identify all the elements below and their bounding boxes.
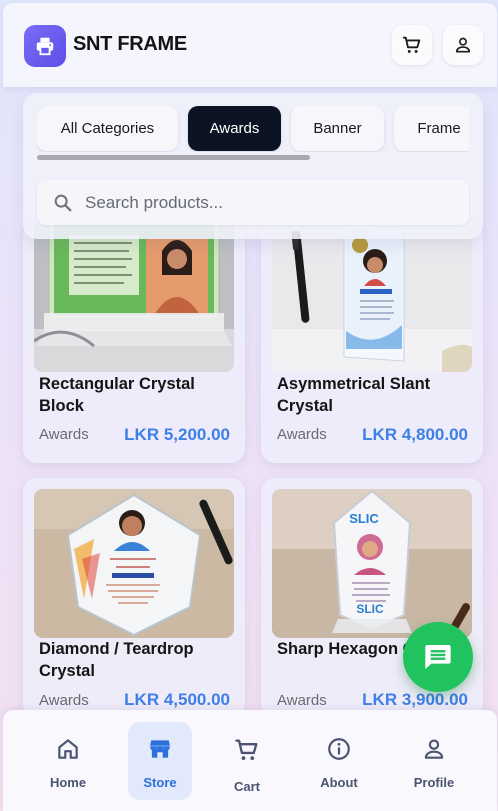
product-category: Awards (277, 426, 327, 443)
app-header: SNT FRAME (3, 3, 497, 87)
cart-button[interactable] (392, 25, 432, 65)
product-card[interactable]: Diamond / Teardrop Crystal Awards LKR 4,… (23, 478, 245, 718)
cart-icon (402, 36, 421, 53)
product-price: LKR 3,900.00 (362, 690, 468, 709)
product-image (34, 489, 234, 638)
nav-about[interactable]: About (307, 722, 371, 800)
nav-profile-label: Profile (413, 775, 455, 790)
nav-home-label: Home (49, 775, 87, 790)
product-price: LKR 4,500.00 (124, 690, 230, 709)
bottom-nav: Home Store Cart About Profile (3, 710, 497, 811)
search-icon (54, 194, 72, 212)
product-name: Rectangular Crystal Block (39, 375, 195, 415)
product-category: Awards (277, 692, 327, 709)
filter-panel: All Categories Awards Banner Frame (23, 93, 483, 239)
product-image (34, 222, 234, 372)
chips-scrollbar[interactable] (37, 155, 310, 160)
chip-awards[interactable]: Awards (188, 106, 281, 151)
nav-about-label: About (320, 775, 358, 790)
svg-text:SLIC: SLIC (356, 602, 384, 616)
nav-store-label: Store (143, 775, 177, 790)
nav-home[interactable]: Home (36, 722, 100, 800)
product-image (272, 222, 472, 372)
product-price: LKR 5,200.00 (124, 425, 230, 444)
chip-frame[interactable]: Frame (394, 106, 469, 151)
chip-all-categories[interactable]: All Categories (37, 106, 178, 151)
profile-button[interactable] (443, 25, 483, 65)
store-icon (150, 740, 170, 758)
product-category: Awards (39, 692, 89, 709)
chat-icon (425, 645, 451, 669)
chip-banner[interactable]: Banner (291, 106, 384, 151)
logo[interactable] (24, 25, 66, 67)
brand-name: SNT FRAME (73, 33, 187, 55)
user-icon (455, 37, 471, 53)
nav-cart-label: Cart (233, 779, 260, 794)
nav-cart[interactable]: Cart (215, 722, 279, 800)
product-price: LKR 4,800.00 (362, 425, 468, 444)
search-box (37, 180, 469, 225)
info-icon (328, 738, 350, 760)
home-icon (58, 739, 78, 759)
nav-profile[interactable]: Profile (402, 722, 466, 800)
product-image: SLIC SLIC (272, 489, 472, 638)
search-input[interactable] (85, 180, 455, 225)
product-card[interactable]: Asymmetrical Slant Crystal Awards LKR 4,… (261, 222, 483, 463)
nav-store[interactable]: Store (128, 722, 192, 800)
svg-text:SLIC: SLIC (349, 511, 379, 526)
category-chips: All Categories Awards Banner Frame (37, 106, 469, 152)
user-icon (424, 739, 444, 759)
product-name: Diamond / Teardrop Crystal (39, 640, 194, 680)
product-name: Asymmetrical Slant Crystal (277, 375, 431, 415)
chat-button[interactable] (403, 622, 473, 692)
product-card[interactable]: Rectangular Crystal Block Awards LKR 5,2… (23, 222, 245, 463)
cart-icon (235, 739, 258, 761)
printer-icon (36, 37, 54, 56)
product-category: Awards (39, 426, 89, 443)
